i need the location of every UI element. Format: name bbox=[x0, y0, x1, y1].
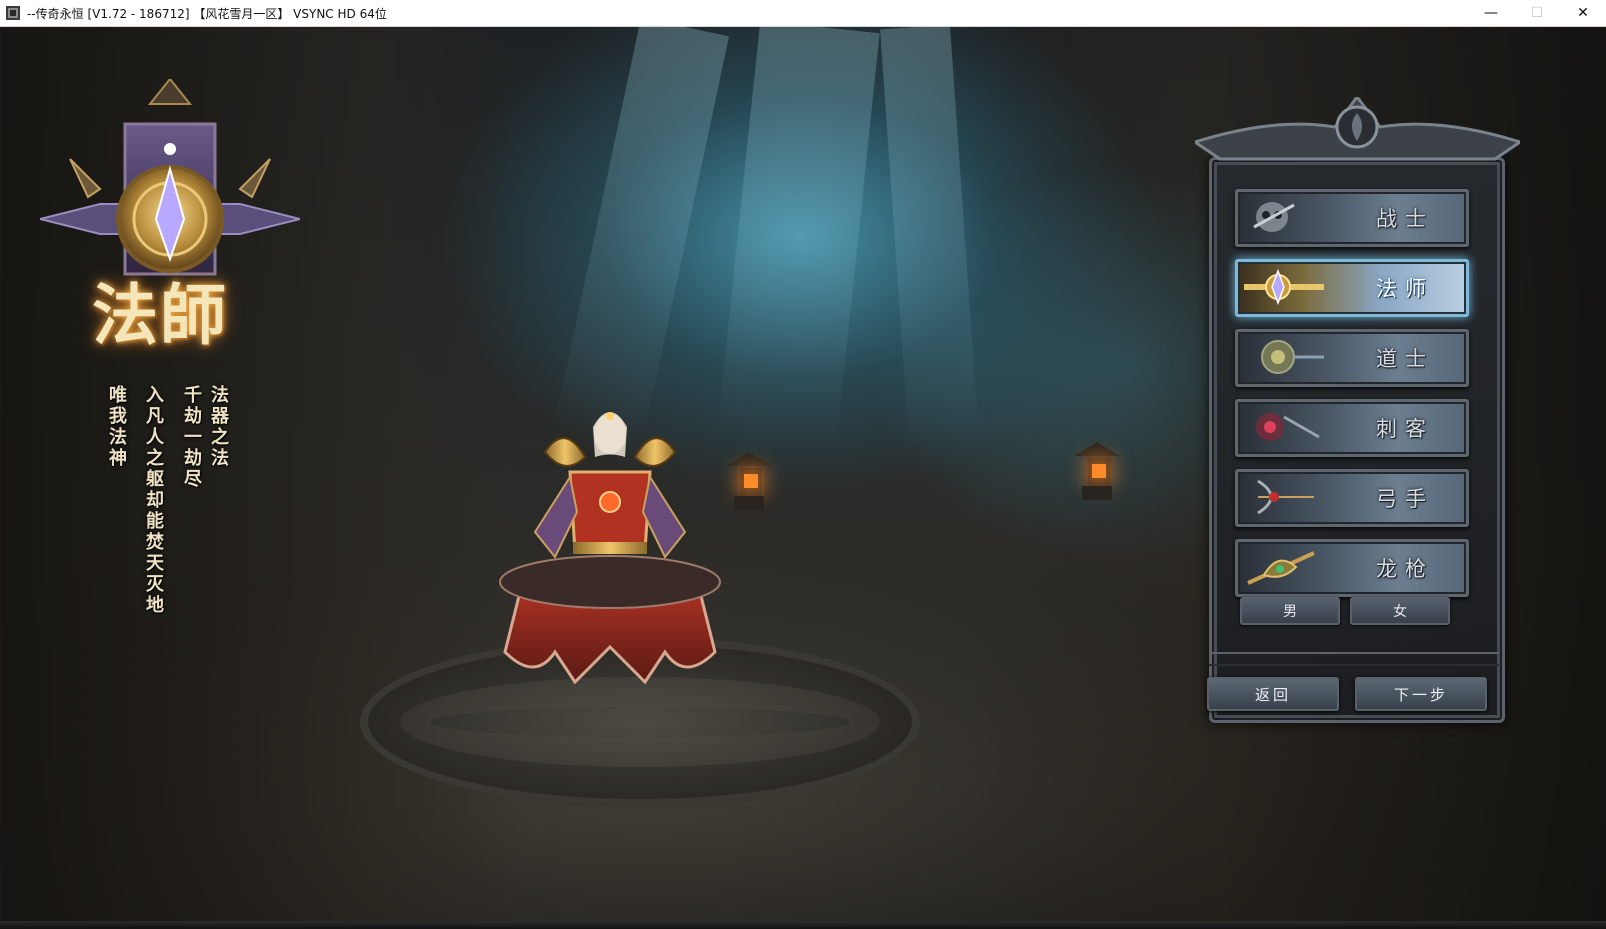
back-button[interactable]: 返回 bbox=[1207, 677, 1339, 711]
crystal-staff-emblem-icon bbox=[1244, 268, 1324, 306]
minimize-button[interactable]: — bbox=[1468, 0, 1514, 26]
class-select-panel: 战士 法师 道士 刺客 弓手 龙枪 男 女 返回 下一步 bbox=[1195, 97, 1520, 742]
gender-male-button[interactable]: 男 bbox=[1240, 597, 1340, 625]
class-button-label: 法师 bbox=[1376, 277, 1434, 301]
skull-emblem-icon bbox=[1253, 202, 1295, 232]
assassin-mask-emblem-icon bbox=[1256, 413, 1320, 441]
class-button-label: 道士 bbox=[1376, 347, 1434, 371]
class-button-mage[interactable]: 法师 bbox=[1235, 259, 1469, 317]
class-button-label: 龙枪 bbox=[1376, 557, 1434, 581]
class-tagline: 法器之法 bbox=[208, 385, 229, 469]
class-tagline: 千劫一劫尽 bbox=[181, 385, 202, 490]
taoist-disc-emblem-icon bbox=[1261, 340, 1324, 374]
class-button-label: 刺客 bbox=[1376, 417, 1434, 441]
gender-female-button[interactable]: 女 bbox=[1350, 597, 1450, 625]
stone-lantern-icon bbox=[1074, 442, 1120, 500]
light-ray bbox=[716, 27, 880, 451]
mage-character-model[interactable] bbox=[485, 382, 735, 702]
panel-divider bbox=[1209, 652, 1499, 666]
light-ray bbox=[880, 27, 980, 449]
window-controls: — ☐ ✕ bbox=[1468, 0, 1606, 26]
class-button-archer[interactable]: 弓手 bbox=[1235, 469, 1469, 527]
next-step-button[interactable]: 下一步 bbox=[1355, 677, 1487, 711]
class-tagline: 入凡人之躯却能焚天灭地 bbox=[143, 385, 164, 616]
game-viewport: 法師 法器之法 千劫一劫尽 入凡人之躯却能焚天灭地 唯我法神 战士 法师 道士 … bbox=[0, 27, 1606, 929]
window-title-bar: --传奇永恒 [V1.72 - 186712] 【风花雪月一区】 VSYNC H… bbox=[0, 0, 1606, 27]
class-button-dragon-lance[interactable]: 龙枪 bbox=[1235, 539, 1469, 597]
panel-crest-icon bbox=[1195, 97, 1520, 161]
class-button-taoist[interactable]: 道士 bbox=[1235, 329, 1469, 387]
class-button-label: 弓手 bbox=[1376, 487, 1434, 511]
window-title: --传奇永恒 [V1.72 - 186712] 【风花雪月一区】 VSYNC H… bbox=[27, 6, 387, 21]
class-button-warrior[interactable]: 战士 bbox=[1235, 189, 1469, 247]
archer-emblem-icon bbox=[1257, 479, 1314, 515]
stone-lantern-icon bbox=[726, 452, 772, 510]
class-tagline: 唯我法神 bbox=[106, 385, 127, 469]
dragon-lance-emblem-icon bbox=[1247, 551, 1315, 585]
class-button-assassin[interactable]: 刺客 bbox=[1235, 399, 1469, 457]
maximize-button[interactable]: ☐ bbox=[1514, 0, 1560, 26]
app-icon[interactable] bbox=[5, 5, 21, 21]
class-button-label: 战士 bbox=[1376, 207, 1434, 231]
close-button[interactable]: ✕ bbox=[1560, 0, 1606, 26]
class-title: 法師 bbox=[92, 276, 228, 354]
viewport-bottom-border bbox=[0, 921, 1606, 929]
